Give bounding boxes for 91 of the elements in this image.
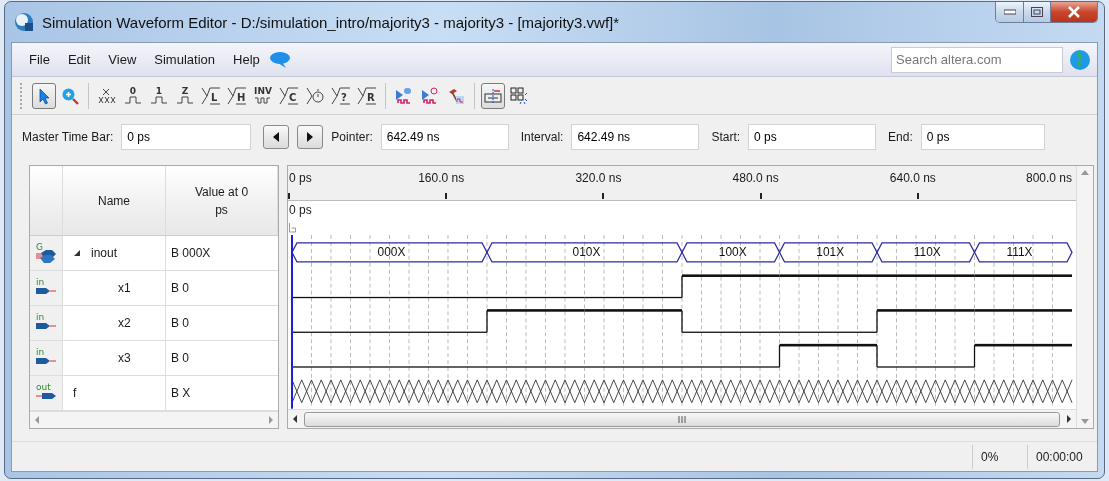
grip-icon [677,415,687,423]
toolbar-button[interactable]: Z [173,82,197,109]
field-label: Master Time Bar: [22,130,114,144]
signal-value: B 000X [171,246,211,260]
pulse-icon [176,96,194,104]
close-icon [1067,6,1081,18]
toolbar-button[interactable]: 1 [147,82,171,109]
menu-item[interactable]: Help [224,52,269,67]
close-button[interactable] [1050,2,1097,22]
elapsed-time: 00:00:00 [1027,444,1097,469]
time-field[interactable]: 0 ps [748,124,877,150]
search-field[interactable]: Search altera.com [891,46,1063,73]
toolbar-button[interactable] [32,82,56,109]
time-field[interactable]: 642.49 ns [571,124,700,150]
menu-item[interactable]: File [20,52,59,67]
bus-value-label: 110X [913,245,941,260]
master-time-field[interactable]: 0 ps [121,124,252,150]
column-header[interactable]: Name [63,166,166,236]
square-wave-icon [254,95,272,105]
time-tick-label: 480.0 ns [732,171,779,185]
signal-value: B 0 [171,316,189,330]
triangle-left-icon [272,132,281,142]
expand-triangle-icon[interactable] [73,249,81,257]
signal-value: B 0 [171,351,189,365]
toolbar-button[interactable]: INV [251,82,275,109]
field-label: Start: [711,130,741,144]
tick-mark [288,192,290,199]
signal-name: x1 [118,281,131,295]
level-glyph: 0 [129,87,137,96]
zoom-in-icon [61,86,79,105]
signal-name: f [73,386,77,400]
tick-mark [916,192,919,199]
previous-button[interactable] [263,125,290,149]
pulse-icon [150,96,168,104]
field-label: Interval: [520,130,564,144]
column-header[interactable]: Value at 0 ps [166,166,278,236]
menu-item[interactable]: Edit [58,52,100,67]
time-tick-label: 800.0 ns [1025,171,1072,185]
time-field[interactable]: 0 ps [920,124,1045,150]
time-tick-label: 160.0 ns [418,171,465,185]
bus-value-label: 100X [718,245,747,260]
scroll-down-icon[interactable] [1081,419,1089,424]
time-bar-marker-icon [289,222,297,233]
scroll-up-icon[interactable] [1081,170,1089,175]
menu-item[interactable]: View [99,52,146,67]
menu-item[interactable]: Simulation [145,52,224,67]
snap-to-grid-icon [484,86,502,105]
bus-value-label: 010X [572,245,601,260]
level-glyph: Z [181,87,189,96]
simulate-timing-icon [421,86,439,105]
signal-name: x3 [118,351,131,365]
simulate-functional-icon [395,86,413,105]
scrollbar-thumb[interactable] [304,411,1060,427]
toolbar-button[interactable] [481,82,505,109]
tick-mark [759,192,762,199]
maximize-icon [1031,7,1043,17]
signal-name: x2 [118,316,131,330]
globe-icon[interactable] [1069,48,1091,71]
level-glyph: 1 [155,87,163,96]
minimize-icon [1003,9,1016,15]
bus-value-label: 111X [1006,245,1033,260]
time-tick-label: 320.0 ns [575,171,622,185]
next-button[interactable] [297,125,324,149]
tick-mark [602,192,605,199]
time-bar-label: 0 ps [289,202,312,217]
grid-squares-icon [510,86,528,105]
bus-value-label: 101X [816,245,845,260]
field-label: Pointer: [331,130,373,144]
triangle-right-icon [306,132,315,142]
time-field[interactable]: 642.49 ns [380,124,509,150]
tick-mark [445,192,448,199]
time-tick-label: 0 ps [289,171,312,185]
signal-value: B 0 [171,281,189,295]
toolbar-button[interactable]: 0 [121,82,145,109]
scroll-right-icon[interactable] [1066,415,1072,424]
hammer-icon [447,86,465,105]
pulse-icon [124,96,142,104]
window-title: Simulation Waveform Editor - D:/simulation_intro/majority3 - majority3 - [majority3.vwf]* [42,13,621,31]
maximize-button[interactable] [1023,2,1050,22]
progress-text: 0% [972,444,1027,469]
signal-name: inout [91,246,118,260]
stopwatch-icon [306,86,324,105]
field-label: End: [888,130,913,144]
bus-value-label: 000X [377,245,406,260]
time-tick-label: 640.0 ns [889,171,936,185]
scroll-left-icon[interactable] [292,415,298,424]
invert-glyph: INV [254,86,272,96]
app-logo-icon [13,11,35,33]
crossed-lines-icon [98,86,116,105]
speech-bubble-icon[interactable] [268,50,291,69]
signal-value: B X [171,386,191,400]
